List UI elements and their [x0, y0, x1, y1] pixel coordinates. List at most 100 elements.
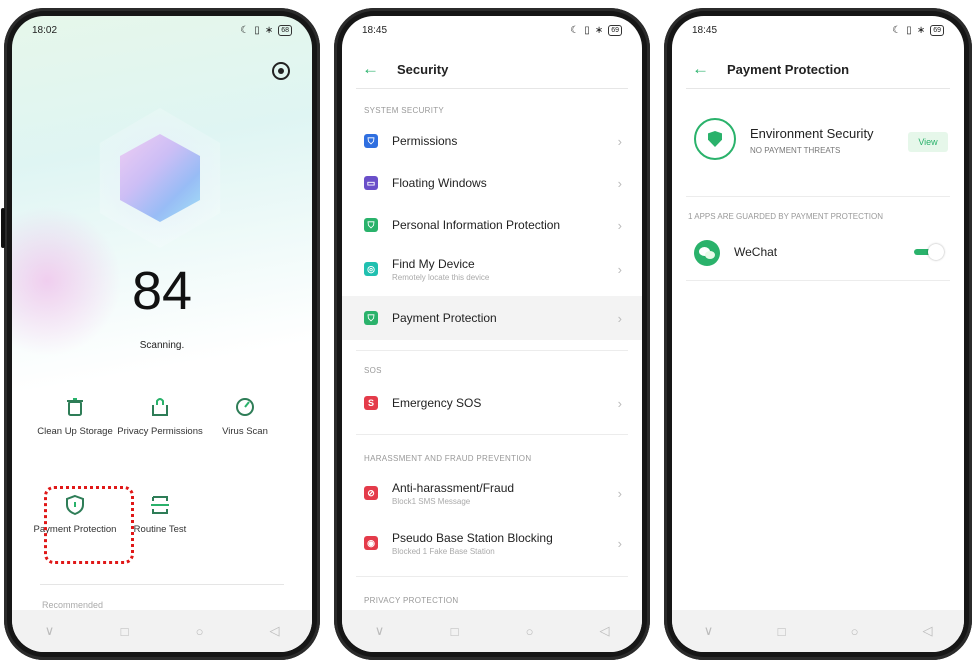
phone-payment-protection-screen: 18:45 ☾ ▯ ∗ 69 ← Payment Protection Envi… [664, 8, 972, 660]
status-bar: 18:45 ☾ ▯ ∗ 69 [342, 16, 642, 44]
row-label: Permissions [392, 134, 458, 148]
chevron-right-icon: › [617, 485, 622, 501]
status-time: 18:45 [362, 24, 388, 36]
vibrate-icon: ▯ [254, 24, 260, 36]
row-label: Find My Device [392, 256, 475, 271]
back-icon[interactable]: ◁ [585, 623, 625, 639]
chevron-right-icon: › [617, 133, 622, 149]
recents-icon[interactable]: □ [435, 624, 475, 639]
battery-icon: 69 [930, 24, 944, 36]
row-label: Pseudo Base Station Blocking [392, 530, 553, 545]
moon-icon: ☾ [240, 24, 250, 36]
back-icon[interactable]: ◁ [908, 623, 948, 639]
guarded-apps-header: 1 APPS ARE GUARDED BY PAYMENT PROTECTION [688, 212, 884, 221]
moon-icon: ☾ [892, 24, 902, 36]
view-button[interactable]: View [908, 132, 948, 152]
row-label: Emergency SOS [392, 396, 482, 410]
status-bar: 18:02 ☾ ▯ ∗ 68 [12, 16, 312, 44]
environment-security-icon [694, 118, 736, 160]
divider [686, 280, 950, 281]
page-title: Security [397, 61, 449, 77]
divider [686, 196, 950, 197]
settings-row-emergency-sos[interactable]: S Emergency SOS › [342, 382, 642, 424]
block-icon: ⊘ [364, 486, 378, 500]
page-header: ← Security [342, 54, 642, 84]
divider [686, 88, 950, 89]
status-icons: ☾ ▯ ∗ 69 [892, 24, 944, 36]
back-arrow-icon[interactable]: ← [692, 59, 709, 79]
chevron-down-icon[interactable]: ∨ [360, 623, 400, 639]
divider [356, 350, 628, 351]
app-name: WeChat [734, 245, 778, 259]
find-device-icon: ◎ [364, 262, 378, 276]
settings-icon[interactable] [272, 62, 290, 80]
bluetooth-icon: ∗ [916, 24, 926, 36]
floating-windows-icon: ▭ [364, 176, 378, 190]
toggle-knob [928, 244, 944, 260]
status-icons: ☾ ▯ ∗ 68 [240, 24, 292, 36]
environment-security-title: Environment Security [750, 126, 874, 141]
row-label: Floating Windows [392, 176, 487, 190]
payment-protection-screen: 18:45 ☾ ▯ ∗ 69 ← Payment Protection Envi… [672, 16, 964, 652]
settings-row-find-my-device[interactable]: ◎ Find My Device Remotely locate this de… [342, 248, 642, 290]
chevron-right-icon: › [617, 310, 622, 326]
trash-icon [67, 398, 83, 416]
section-header-system-security: SYSTEM SECURITY [364, 106, 445, 115]
home-icon[interactable]: ○ [180, 624, 220, 639]
navigation-bar: ∨ □ ○ ◁ [12, 610, 312, 652]
battery-icon: 68 [278, 24, 292, 36]
row-sublabel: Block1 SMS Message [392, 496, 471, 506]
shield-icon [708, 131, 722, 147]
volume-button [1, 208, 5, 248]
recents-icon[interactable]: □ [762, 624, 802, 639]
chevron-down-icon[interactable]: ∨ [30, 623, 70, 639]
routine-test-icon [151, 496, 169, 514]
page-title: Payment Protection [727, 61, 850, 77]
settings-row-floating-windows[interactable]: ▭ Floating Windows › [342, 162, 642, 204]
wechat-protection-toggle[interactable] [914, 244, 944, 260]
virus-scan-button[interactable]: Virus Scan [200, 396, 290, 437]
settings-row-payment-protection[interactable]: ⛉ Payment Protection › [342, 296, 642, 340]
home-icon[interactable]: ○ [835, 624, 875, 639]
navigation-bar: ∨ □ ○ ◁ [342, 610, 642, 652]
scanning-status: Scanning. [139, 340, 185, 351]
chevron-right-icon: › [617, 261, 622, 277]
status-icons: ☾ ▯ ∗ 69 [570, 24, 622, 36]
clean-up-storage-button[interactable]: Clean Up Storage [30, 396, 120, 437]
chevron-right-icon: › [617, 175, 622, 191]
bluetooth-icon: ∗ [594, 24, 604, 36]
privacy-permissions-button[interactable]: Privacy Permissions [115, 396, 205, 437]
wechat-icon [694, 240, 720, 266]
environment-security-status: NO PAYMENT THREATS [750, 146, 841, 155]
payment-protection-highlight [44, 486, 134, 564]
settings-row-anti-harassment[interactable]: ⊘ Anti-harassment/Fraud Block1 SMS Messa… [342, 472, 642, 514]
battery-icon: 69 [608, 24, 622, 36]
chevron-right-icon: › [617, 535, 622, 551]
settings-row-personal-info[interactable]: ⛉ Personal Information Protection › [342, 204, 642, 246]
back-icon[interactable]: ◁ [255, 623, 295, 639]
home-icon[interactable]: ○ [510, 624, 550, 639]
vibrate-icon: ▯ [584, 24, 590, 36]
status-time: 18:02 [32, 24, 58, 36]
base-station-icon: ◉ [364, 536, 378, 550]
phone-main-screen: 18:02 ☾ ▯ ∗ 68 84 Scanning. Clean Up Sto… [1, 8, 320, 660]
row-sublabel: Blocked 1 Fake Base Station [392, 546, 495, 556]
bluetooth-icon: ∗ [264, 24, 274, 36]
divider [356, 576, 628, 577]
back-arrow-icon[interactable]: ← [362, 59, 379, 79]
divider [40, 584, 284, 585]
settings-row-permissions[interactable]: ⛉ Permissions › [342, 120, 642, 162]
chevron-right-icon: › [617, 217, 622, 233]
page-header: ← Payment Protection [672, 54, 964, 84]
privacy-icon [152, 398, 168, 416]
row-sublabel: Remotely locate this device [392, 272, 490, 282]
section-header-privacy: PRIVACY PROTECTION [364, 596, 459, 605]
chevron-right-icon: › [617, 395, 622, 411]
section-header-harassment: HARASSMENT AND FRAUD PREVENTION [364, 454, 532, 463]
recommended-label: Recommended [42, 600, 104, 610]
tool-label: Privacy Permissions [117, 426, 203, 437]
moon-icon: ☾ [570, 24, 580, 36]
recents-icon[interactable]: □ [105, 624, 145, 639]
settings-row-pseudo-base-station[interactable]: ◉ Pseudo Base Station Blocking Blocked 1… [342, 522, 642, 564]
chevron-down-icon[interactable]: ∨ [689, 623, 729, 639]
